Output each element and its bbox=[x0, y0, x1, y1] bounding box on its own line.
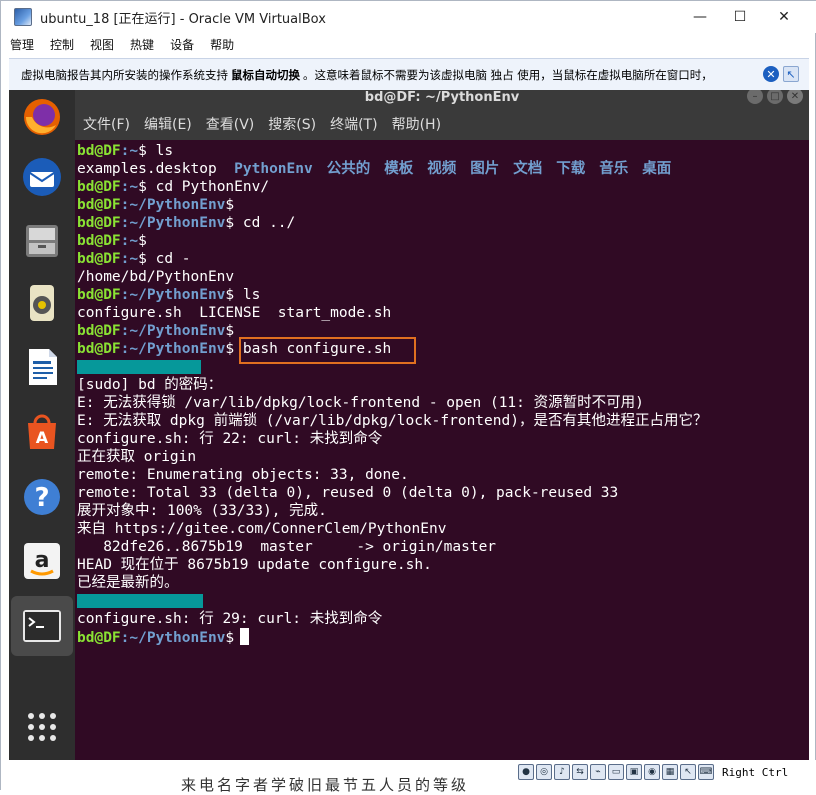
menu-help[interactable]: 帮助 bbox=[203, 36, 241, 53]
terminal-line: remote: Total 33 (delta 0), reused 0 (de… bbox=[77, 485, 619, 501]
window-title: ubuntu_18 [正在运行] - Oracle VM VirtualBox bbox=[40, 11, 326, 27]
hard-disk-icon[interactable]: ● bbox=[518, 764, 534, 780]
notification-text-after: 。这意味着鼠标不需要为该虚拟电脑 独占 使用，当鼠标在虚拟电脑所在窗口时， bbox=[303, 67, 713, 82]
terminal-line: 来自 https://gitee.com/ConnerClem/PythonEn… bbox=[77, 521, 447, 537]
firefox-icon[interactable] bbox=[19, 94, 65, 140]
host-key-label: Right Ctrl bbox=[722, 765, 789, 779]
command-highlight-box bbox=[239, 337, 416, 364]
terminal-line: bd@DF:~/PythonEnv$ ls bbox=[77, 287, 261, 303]
apps-grid-icon[interactable] bbox=[19, 704, 65, 750]
mouse-icon[interactable]: ↖ bbox=[680, 764, 696, 780]
menu-devices[interactable]: 设备 bbox=[163, 36, 201, 53]
terminal-header[interactable]: bd@DF: ~/PythonEnv – □ ✕ 文件(F) 编辑(E) 查看(… bbox=[75, 90, 809, 140]
background-page-text: 来电名字者学破旧最节五人员的等级 bbox=[181, 776, 470, 794]
terminal-line: bd@DF:~/PythonEnv$ bbox=[77, 323, 235, 339]
terminal-menu-help[interactable]: 帮助(H) bbox=[392, 114, 441, 134]
terminal-menu-search[interactable]: 搜索(S) bbox=[268, 114, 316, 134]
thunderbird-icon[interactable] bbox=[19, 154, 65, 200]
amazon-icon[interactable]: a bbox=[19, 538, 65, 584]
terminal-cursor bbox=[240, 628, 250, 645]
display-icon[interactable]: ▣ bbox=[626, 764, 642, 780]
shared-folders-icon[interactable]: ▭ bbox=[608, 764, 624, 780]
software-icon[interactable]: A bbox=[19, 408, 65, 454]
terminal-icon[interactable] bbox=[11, 596, 73, 656]
terminal-line: bd@DF:~$ cd - bbox=[77, 251, 191, 267]
terminal-close-icon[interactable]: ✕ bbox=[787, 90, 803, 104]
mouse-integration-icon[interactable]: ↖ bbox=[783, 66, 799, 82]
terminal-line: bd@DF:~$ ls bbox=[77, 143, 174, 159]
terminal-line: 展开对象中: 100% (33/33), 完成. bbox=[77, 503, 327, 519]
terminal-line: /home/bd/PythonEnv bbox=[77, 269, 235, 285]
audio-icon[interactable]: ♪ bbox=[554, 764, 570, 780]
terminal-line: E: 无法获取 dpkg 前端锁 (/var/lib/dpkg/lock-fro… bbox=[77, 413, 708, 429]
progress-bar-remnant bbox=[77, 360, 201, 374]
terminal-line: bd@DF:~/PythonEnv$ bbox=[77, 197, 235, 213]
close-button[interactable]: ✕ bbox=[761, 1, 807, 33]
terminal-line: HEAD 现在位于 8675b19 update configure.sh. bbox=[77, 557, 432, 573]
notification-text-before: 虚拟电脑报告其内所安装的操作系统支持 bbox=[21, 67, 228, 82]
terminal-line: configure.sh: 行 29: curl: 未找到命令 bbox=[77, 611, 383, 627]
help-icon[interactable]: ? bbox=[19, 474, 65, 520]
terminal-line: bd@DF:~$ bbox=[77, 233, 147, 249]
terminal-title: bd@DF: ~/PythonEnv bbox=[364, 90, 520, 105]
maximize-button[interactable]: ☐ bbox=[717, 1, 763, 33]
terminal-line: 82dfe26..8675b19 master -> origin/master bbox=[77, 539, 497, 555]
keyboard-icon[interactable]: ⌨ bbox=[698, 764, 714, 780]
menu-manage[interactable]: 管理 bbox=[3, 36, 41, 53]
optical-drive-icon[interactable]: ◎ bbox=[536, 764, 552, 780]
terminal-line: bd@DF:~/PythonEnv$ cd ../ bbox=[77, 215, 296, 231]
svg-text:A: A bbox=[36, 428, 49, 447]
virtualbox-icon bbox=[14, 8, 32, 26]
terminal-menu-file[interactable]: 文件(F) bbox=[83, 114, 130, 134]
terminal-menu-bar: 文件(F) 编辑(E) 查看(V) 搜索(S) 终端(T) 帮助(H) bbox=[83, 114, 455, 134]
host-menu-bar: 管理 控制 视图 热键 设备 帮助 bbox=[1, 33, 816, 55]
menu-view[interactable]: 视图 bbox=[83, 36, 121, 53]
video-capture-icon[interactable]: ◉ bbox=[644, 764, 660, 780]
writer-icon[interactable] bbox=[19, 344, 65, 390]
network-icon[interactable]: ⇆ bbox=[572, 764, 588, 780]
ubuntu-dock: A ? a bbox=[9, 90, 75, 760]
terminal-menu-view[interactable]: 查看(V) bbox=[206, 114, 255, 134]
terminal-line: 已经是最新的。 bbox=[77, 575, 179, 591]
svg-text:?: ? bbox=[34, 483, 49, 513]
menu-control[interactable]: 控制 bbox=[43, 36, 81, 53]
rhythmbox-icon[interactable] bbox=[19, 280, 65, 326]
guest-screen[interactable]: A ? a bd@DF: ~/PythonEnv – □ ✕ 文件(F) 编辑(… bbox=[9, 90, 809, 760]
terminal-line: remote: Enumerating objects: 33, done. bbox=[77, 467, 409, 483]
progress-bar-remnant bbox=[77, 594, 203, 608]
menu-hotkey[interactable]: 热键 bbox=[123, 36, 161, 53]
terminal-output[interactable]: bd@DF:~$ ls examples.desktop PythonEnv 公共… bbox=[75, 140, 809, 760]
terminal-line: configure.sh: 行 22: curl: 未找到命令 bbox=[77, 431, 383, 447]
terminal-minimize-icon[interactable]: – bbox=[747, 90, 763, 104]
terminal-line: configure.sh LICENSE start_mode.sh bbox=[77, 305, 392, 321]
terminal-line: 正在获取 origin bbox=[77, 449, 197, 465]
close-notification-icon[interactable]: ✕ bbox=[763, 66, 779, 82]
terminal-menu-terminal[interactable]: 终端(T) bbox=[330, 114, 377, 134]
terminal-maximize-icon[interactable]: □ bbox=[767, 90, 783, 104]
status-bar: 来电名字者学破旧最节五人员的等级 ● ◎ ♪ ⇆ ⌁ ▭ ▣ ◉ ▦ ↖ ⌨ R… bbox=[1, 760, 816, 794]
virtualbox-window: ubuntu_18 [正在运行] - Oracle VM VirtualBox … bbox=[0, 0, 816, 794]
notification-text-bold: 鼠标自动切换 bbox=[231, 67, 300, 82]
terminal-line: bd@DF:~$ cd PythonEnv/ bbox=[77, 179, 270, 195]
files-icon[interactable] bbox=[19, 218, 65, 264]
terminal-menu-edit[interactable]: 编辑(E) bbox=[144, 114, 192, 134]
terminal-line: bd@DF:~/PythonEnv$ bbox=[77, 628, 250, 646]
svg-text:a: a bbox=[35, 548, 50, 573]
title-bar[interactable]: ubuntu_18 [正在运行] - Oracle VM VirtualBox … bbox=[1, 1, 816, 33]
usb-icon[interactable]: ⌁ bbox=[590, 764, 606, 780]
terminal-line: [sudo] bd 的密码： bbox=[77, 377, 223, 393]
cpu-icon[interactable]: ▦ bbox=[662, 764, 678, 780]
terminal-line: E: 无法获得锁 /var/lib/dpkg/lock-frontend - o… bbox=[77, 395, 644, 411]
terminal-line: examples.desktop PythonEnv 公共的 模板 视频 图片 文档 下载音… bbox=[77, 161, 672, 177]
mouse-integration-notification: 虚拟电脑报告其内所安装的操作系统支持 鼠标自动切换 。这意味着鼠标不需要为该虚拟… bbox=[9, 58, 809, 90]
